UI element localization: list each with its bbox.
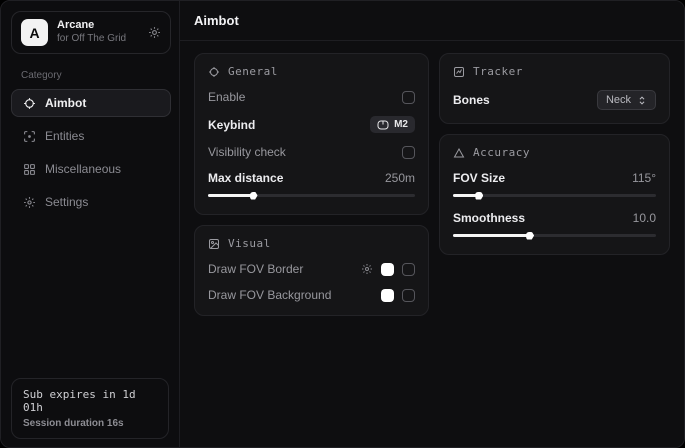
page-title: Aimbot xyxy=(194,13,239,28)
main-panel: Aimbot General Enable xyxy=(180,1,684,447)
subscription-status-card: Sub expires in 1d 01h Session duration 1… xyxy=(11,378,169,439)
smoothness-value: 10.0 xyxy=(633,211,656,225)
enable-checkbox[interactable] xyxy=(402,91,415,104)
keybind-row: Keybind M2 xyxy=(208,116,415,133)
chevrons-up-down-icon xyxy=(637,95,647,106)
visibility-checkbox[interactable] xyxy=(402,146,415,159)
entities-scan-icon xyxy=(22,130,36,143)
sidebar-item-entities[interactable]: Entities xyxy=(11,122,171,150)
sidebar-item-label: Miscellaneous xyxy=(45,162,121,176)
smoothness-label: Smoothness xyxy=(453,211,525,225)
max-distance-row: Max distance 250m xyxy=(208,171,415,185)
app-window: A Arcane for Off The Grid Category Aimbo… xyxy=(0,0,685,448)
fov-background-label: Draw FOV Background xyxy=(208,288,331,302)
gear-icon[interactable] xyxy=(361,263,373,275)
max-distance-label: Max distance xyxy=(208,171,283,185)
fov-size-row: FOV Size 115° xyxy=(453,171,656,185)
smoothness-row: Smoothness 10.0 xyxy=(453,211,656,225)
fov-border-color-swatch[interactable] xyxy=(381,263,394,276)
enable-row: Enable xyxy=(208,90,415,104)
sub-expiry-text: Sub expires in 1d 01h xyxy=(23,388,157,414)
tracker-card: Tracker Bones Neck xyxy=(439,53,670,124)
bones-row: Bones Neck xyxy=(453,90,656,110)
triangle-icon xyxy=(453,147,465,159)
sidebar: A Arcane for Off The Grid Category Aimbo… xyxy=(1,1,180,447)
image-icon xyxy=(208,238,220,250)
keybind-label: Keybind xyxy=(208,118,255,132)
fov-border-row: Draw FOV Border xyxy=(208,262,415,276)
sidebar-item-miscellaneous[interactable]: Miscellaneous xyxy=(11,155,171,183)
category-label: Category xyxy=(21,70,171,81)
visual-card: Visual Draw FOV Border Draw xyxy=(194,225,429,316)
boxes-icon xyxy=(22,163,36,176)
fov-size-slider[interactable] xyxy=(453,194,656,197)
sidebar-item-aimbot[interactable]: Aimbot xyxy=(11,89,171,117)
visibility-check-label: Visibility check xyxy=(208,145,286,159)
keybind-badge[interactable]: M2 xyxy=(370,116,415,133)
session-duration-text: Session duration 16s xyxy=(23,418,157,429)
enable-label: Enable xyxy=(208,90,245,104)
accuracy-card: Accuracy FOV Size 115° Smoothness 10.0 xyxy=(439,134,670,255)
app-subtitle: for Off The Grid xyxy=(57,33,139,46)
crosshair-icon xyxy=(22,97,36,110)
fov-background-row: Draw FOV Background xyxy=(208,288,415,302)
general-card: General Enable Keybind M2 xyxy=(194,53,429,215)
max-distance-slider[interactable] xyxy=(208,194,415,197)
visibility-check-row: Visibility check xyxy=(208,145,415,159)
fov-size-value: 115° xyxy=(632,171,656,185)
sidebar-item-label: Aimbot xyxy=(45,96,86,110)
bones-select[interactable]: Neck xyxy=(597,90,656,110)
fov-background-color-swatch[interactable] xyxy=(381,289,394,302)
mouse-icon xyxy=(377,120,389,130)
slider-thumb[interactable] xyxy=(526,232,534,240)
fov-border-checkbox[interactable] xyxy=(402,263,415,276)
card-title-visual: Visual xyxy=(228,237,271,250)
sidebar-item-label: Entities xyxy=(45,129,84,143)
settings-gear-icon xyxy=(22,196,36,209)
gear-icon[interactable] xyxy=(148,26,161,39)
sidebar-item-settings[interactable]: Settings xyxy=(11,188,171,216)
bones-label: Bones xyxy=(453,93,490,107)
card-title-accuracy: Accuracy xyxy=(473,146,530,159)
smoothness-slider[interactable] xyxy=(453,234,656,237)
sidebar-item-label: Settings xyxy=(45,195,88,209)
crosshair-icon xyxy=(208,66,220,78)
app-name: Arcane xyxy=(57,19,139,33)
max-distance-value: 250m xyxy=(385,171,415,185)
brand-card: A Arcane for Off The Grid xyxy=(11,11,171,54)
card-title-general: General xyxy=(228,65,278,78)
slider-thumb[interactable] xyxy=(250,192,258,200)
tracker-route-icon xyxy=(453,66,465,78)
main-header: Aimbot xyxy=(180,1,684,41)
card-title-tracker: Tracker xyxy=(473,65,523,78)
slider-thumb[interactable] xyxy=(475,192,483,200)
app-logo: A xyxy=(21,19,48,46)
fov-background-checkbox[interactable] xyxy=(402,289,415,302)
fov-border-label: Draw FOV Border xyxy=(208,262,303,276)
fov-size-label: FOV Size xyxy=(453,171,505,185)
